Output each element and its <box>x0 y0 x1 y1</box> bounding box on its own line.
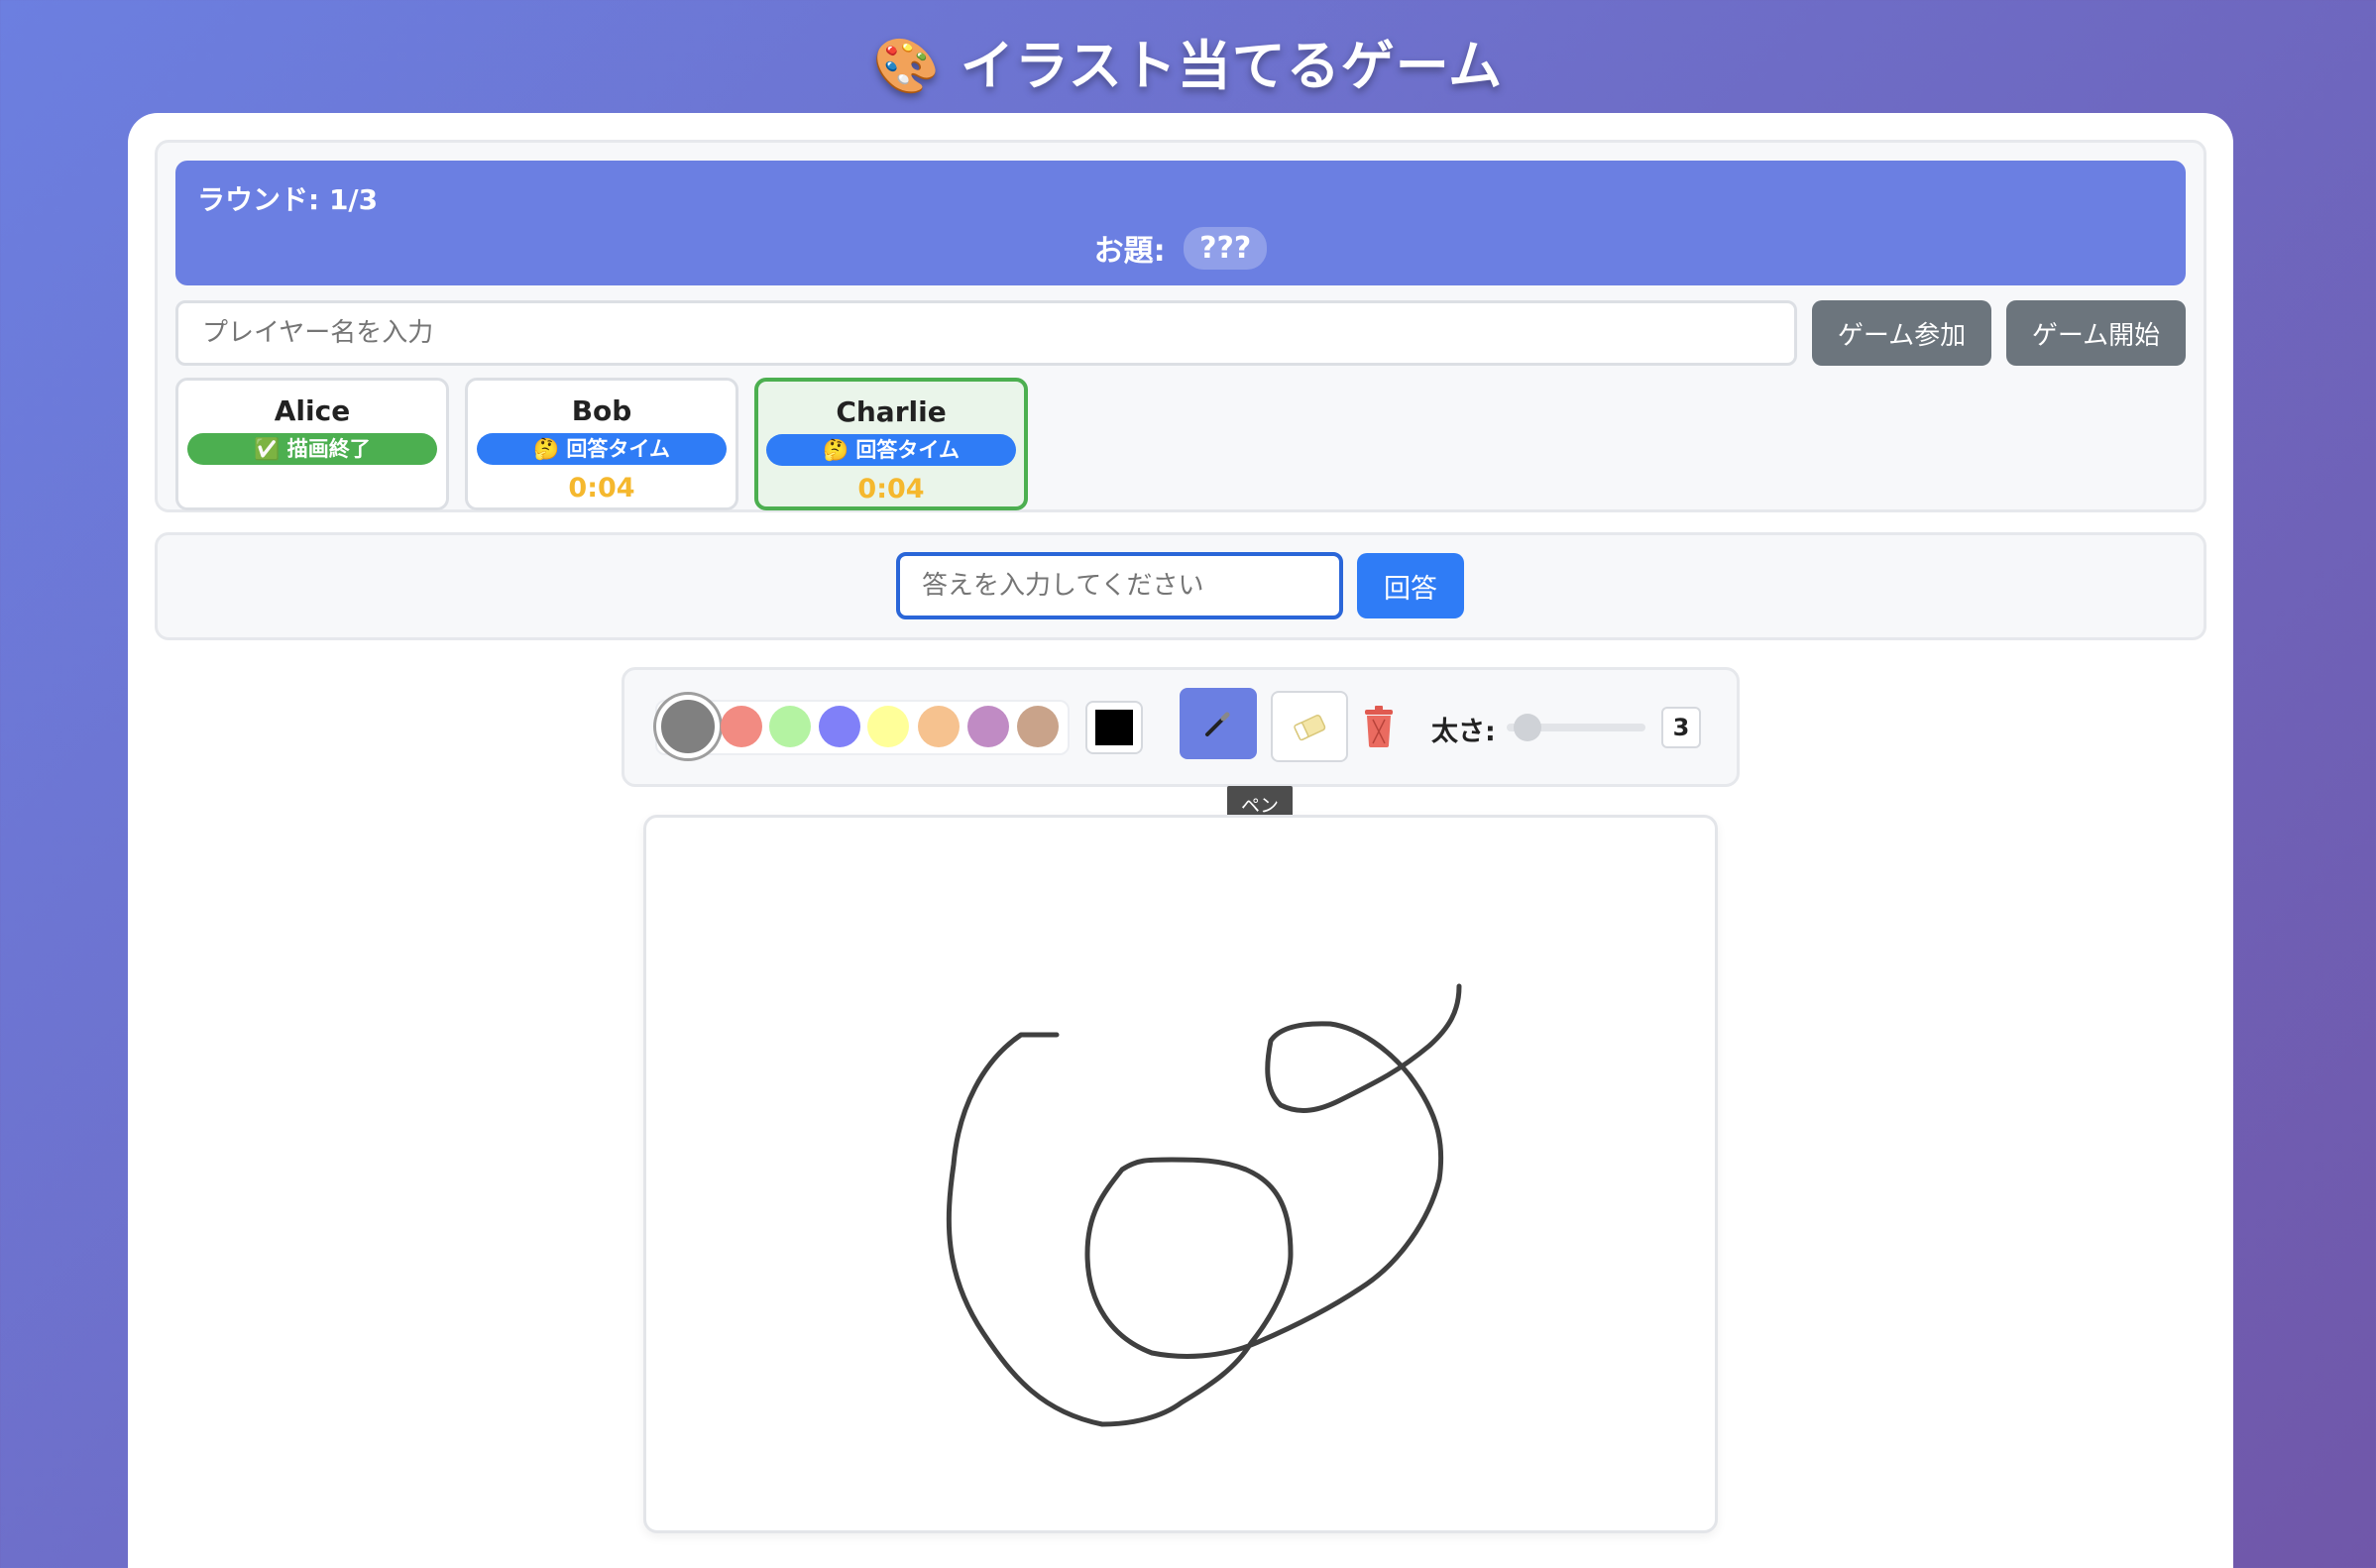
drawing-strokes <box>946 983 1462 1427</box>
color-swatch[interactable] <box>819 706 860 747</box>
round-indicator: ラウンド: 1/3 <box>197 183 379 216</box>
color-swatch[interactable] <box>867 706 909 747</box>
color-swatch[interactable] <box>918 706 960 747</box>
brush-size-slider-thumb[interactable] <box>1514 714 1541 741</box>
player-timer: 0:04 <box>857 474 925 504</box>
player-name: Alice <box>274 394 351 427</box>
brush-size-label: 太さ: <box>1431 717 1496 747</box>
color-swatch[interactable] <box>769 706 811 747</box>
custom-color-preview <box>1095 710 1133 745</box>
brush-size-value: 3 <box>1661 707 1701 748</box>
player-card-current: Charlie 🤔 回答タイム 0:04 <box>754 378 1028 510</box>
player-card: Alice ✅ 描画終了 <box>175 378 449 510</box>
drawing-canvas[interactable] <box>643 815 1718 1533</box>
custom-color-picker[interactable] <box>1085 701 1143 754</box>
status-badge: 🤔 回答タイム <box>766 434 1016 466</box>
player-timer: 0:04 <box>568 473 635 504</box>
round-banner: ラウンド: 1/3 お題: ??? <box>175 161 2186 285</box>
topic-row: お題: ??? <box>175 226 2186 270</box>
player-name: Bob <box>571 394 632 427</box>
join-game-button[interactable]: ゲーム参加 <box>1812 300 1991 366</box>
topic-label: お題: <box>1093 234 1166 269</box>
pen-icon <box>1205 712 1230 736</box>
status-badge: 🤔 回答タイム <box>477 433 727 465</box>
player-name: Charlie <box>836 395 947 428</box>
color-swatch[interactable] <box>1017 706 1059 747</box>
color-swatch[interactable] <box>656 695 720 758</box>
start-game-button[interactable]: ゲーム開始 <box>2006 300 2186 366</box>
player-card: Bob 🤔 回答タイム 0:04 <box>465 378 738 510</box>
status-badge: ✅ 描画終了 <box>187 433 437 465</box>
color-swatch[interactable] <box>721 706 762 747</box>
player-name-input[interactable] <box>175 300 1797 366</box>
trash-icon <box>1365 706 1393 747</box>
answer-input[interactable] <box>896 552 1343 619</box>
topic-value: ??? <box>1184 226 1268 270</box>
app-title: 🎨 イラスト当てるゲーム <box>872 35 1504 97</box>
pen-tool-button[interactable] <box>1180 688 1257 759</box>
color-swatch[interactable] <box>967 706 1009 747</box>
eraser-icon <box>1294 714 1326 741</box>
clear-canvas-button[interactable] <box>1361 704 1397 749</box>
submit-answer-button[interactable]: 回答 <box>1357 553 1464 618</box>
eraser-tool-button[interactable] <box>1271 691 1348 762</box>
